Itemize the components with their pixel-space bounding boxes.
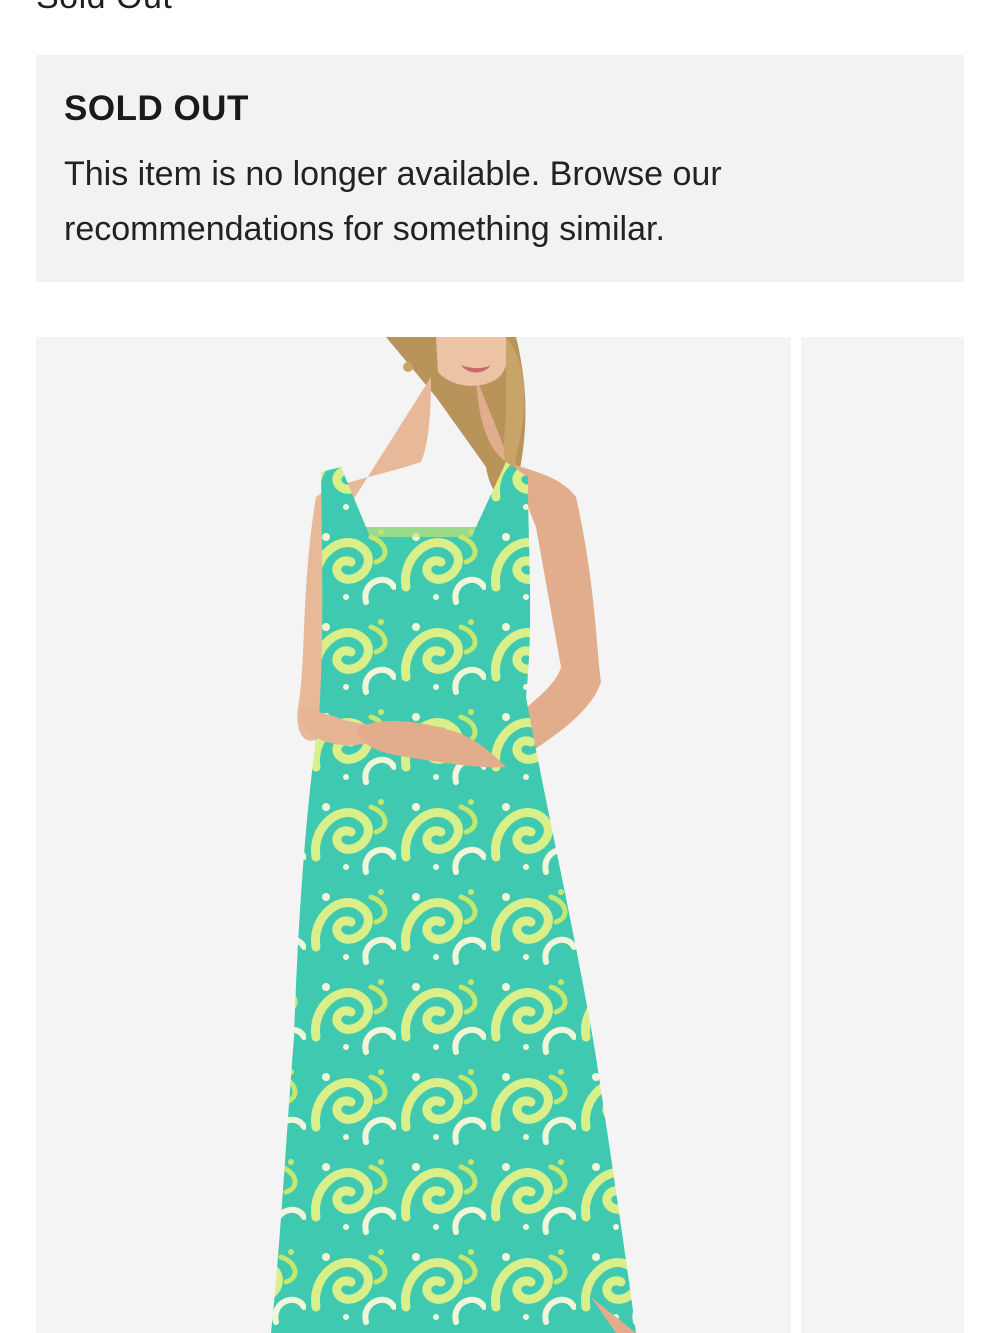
product-image-main[interactable]: [36, 337, 791, 1333]
product-photo: [271, 337, 636, 1333]
sold-out-title: SOLD OUT: [64, 89, 249, 128]
status-text: Sold Out: [36, 0, 172, 17]
product-image-next[interactable]: [801, 337, 964, 1333]
sold-out-notice: SOLD OUT This item is no longer availabl…: [36, 55, 964, 282]
sold-out-message: This item is no longer available. Browse…: [64, 155, 722, 248]
product-image-carousel[interactable]: [36, 337, 964, 1333]
